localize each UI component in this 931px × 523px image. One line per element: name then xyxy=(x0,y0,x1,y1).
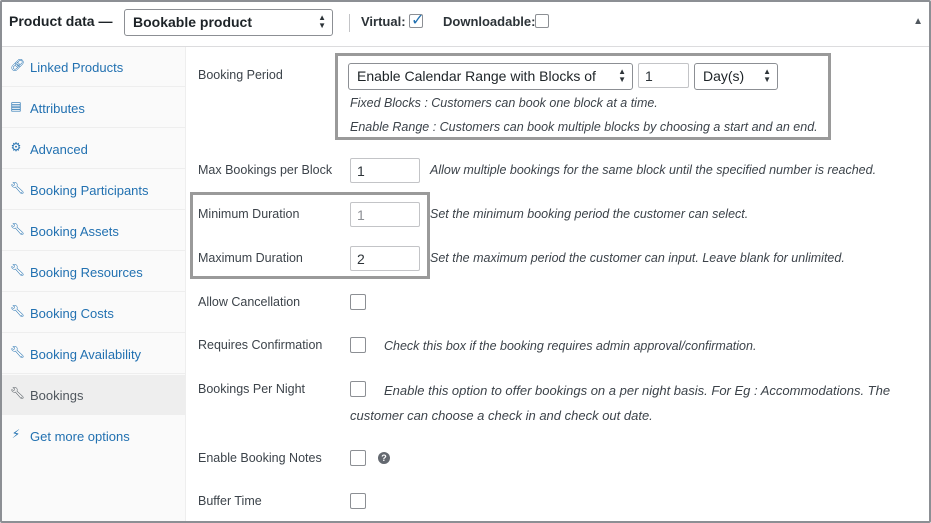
downloadable-checkbox[interactable] xyxy=(535,14,549,28)
list-icon: ▤ xyxy=(10,99,22,113)
checkmark-icon: ✓ xyxy=(411,12,425,29)
min-duration-desc: Set the minimum booking period the custo… xyxy=(430,207,749,221)
max-bookings-desc: Allow multiple bookings for the same blo… xyxy=(430,163,877,177)
tab-booking-participants[interactable]: 🔧︎ Booking Participants xyxy=(2,170,185,210)
tab-label: Booking Costs xyxy=(30,306,114,321)
min-duration-label: Minimum Duration xyxy=(198,207,300,221)
per-night-desc-line1: Enable this option to offer bookings on … xyxy=(384,383,891,398)
tab-label: Linked Products xyxy=(30,60,124,75)
link-icon: 🔗︎ xyxy=(10,58,26,72)
max-duration-value: 2 xyxy=(357,251,365,267)
help-icon[interactable]: ? xyxy=(378,452,390,464)
product-data-panel: Product data — Bookable product ▲ ▼ Virtu… xyxy=(0,0,931,523)
select-arrows-icon: ▲ ▼ xyxy=(318,13,326,30)
booking-notes-label: Enable Booking Notes xyxy=(198,451,322,465)
wrench-icon: 🔧︎ xyxy=(10,304,26,318)
tab-label: Booking Resources xyxy=(30,265,143,280)
tab-booking-assets[interactable]: 🔧︎ Booking Assets xyxy=(2,211,185,251)
wrench-icon: 🔧︎ xyxy=(10,386,26,400)
min-duration-value: 1 xyxy=(357,207,365,223)
product-data-tabs: 🔗︎ Linked Products ▤ Attributes ⚙ Advanc… xyxy=(2,47,186,521)
max-bookings-value: 1 xyxy=(357,163,365,179)
per-night-checkbox[interactable] xyxy=(350,381,366,397)
tab-label: Booking Assets xyxy=(30,224,119,239)
collapse-toggle-icon[interactable]: ▲ xyxy=(913,16,923,27)
booking-period-label: Booking Period xyxy=(198,68,283,82)
panel-header: Product data — Bookable product ▲ ▼ Virtu… xyxy=(2,2,929,47)
per-night-desc-line2: customer can choose a check in and check… xyxy=(350,408,653,423)
max-duration-input[interactable]: 2 xyxy=(350,246,420,271)
booking-block-value: 1 xyxy=(645,68,653,84)
allow-cancellation-checkbox[interactable] xyxy=(350,294,366,310)
max-duration-label: Maximum Duration xyxy=(198,251,303,265)
panel-title: Product data — xyxy=(9,13,113,29)
wrench-icon: 🔧︎ xyxy=(10,222,26,236)
bookings-panel: Booking Period Enable Calendar Range wit… xyxy=(186,47,929,521)
max-bookings-label: Max Bookings per Block xyxy=(198,163,333,177)
fixed-blocks-help: Fixed Blocks : Customers can book one bl… xyxy=(350,96,658,110)
tab-label: Attributes xyxy=(30,101,85,116)
tab-attributes[interactable]: ▤ Attributes xyxy=(2,88,185,128)
min-duration-input[interactable]: 1 xyxy=(350,202,420,227)
product-type-value: Bookable product xyxy=(133,14,253,30)
tab-label: Get more options xyxy=(30,429,130,444)
booking-period-mode-select[interactable]: Enable Calendar Range with Blocks of ▲ ▼ xyxy=(348,63,633,90)
tab-label: Booking Participants xyxy=(30,183,149,198)
booking-unit-value: Day(s) xyxy=(703,68,745,84)
allow-cancellation-label: Allow Cancellation xyxy=(198,295,301,309)
requires-confirmation-desc: Check this box if the booking requires a… xyxy=(384,339,757,353)
per-night-label: Bookings Per Night xyxy=(198,382,306,396)
tab-booking-costs[interactable]: 🔧︎ Booking Costs xyxy=(2,293,185,333)
requires-confirmation-label: Requires Confirmation xyxy=(198,338,323,352)
booking-block-input[interactable]: 1 xyxy=(638,63,689,88)
booking-unit-select[interactable]: Day(s) ▲ ▼ xyxy=(694,63,778,90)
buffer-time-checkbox[interactable] xyxy=(350,493,366,509)
tab-booking-resources[interactable]: 🔧︎ Booking Resources xyxy=(2,252,185,292)
tab-get-more-options[interactable]: ⚡︎ Get more options xyxy=(2,416,185,456)
plug-icon: ⚡︎ xyxy=(11,427,21,441)
downloadable-label: Downloadable: xyxy=(443,14,536,29)
tab-label: Booking Availability xyxy=(30,347,142,362)
buffer-time-label: Buffer Time xyxy=(198,494,262,508)
max-bookings-input[interactable]: 1 xyxy=(350,158,420,183)
wrench-icon: 🔧︎ xyxy=(10,345,26,359)
virtual-label: Virtual: xyxy=(361,14,406,29)
select-arrows-icon: ▲ ▼ xyxy=(618,67,626,84)
tab-bookings[interactable]: 🔧︎ Bookings xyxy=(2,375,185,415)
header-divider xyxy=(349,14,350,32)
wrench-icon: 🔧︎ xyxy=(10,181,26,195)
max-duration-desc: Set the maximum period the customer can … xyxy=(430,251,845,265)
tab-label: Bookings xyxy=(30,388,84,403)
select-arrows-icon: ▲ ▼ xyxy=(763,67,771,84)
product-type-select[interactable]: Bookable product ▲ ▼ xyxy=(124,9,333,36)
tab-advanced[interactable]: ⚙ Advanced xyxy=(2,129,185,169)
booking-notes-checkbox[interactable] xyxy=(350,450,366,466)
tab-linked-products[interactable]: 🔗︎ Linked Products xyxy=(2,47,185,87)
tab-label: Advanced xyxy=(30,142,88,157)
virtual-checkbox[interactable]: ✓ xyxy=(409,12,424,29)
gear-icon: ⚙ xyxy=(10,140,22,154)
booking-period-mode-value: Enable Calendar Range with Blocks of xyxy=(357,68,596,84)
wrench-icon: 🔧︎ xyxy=(10,263,26,277)
tab-booking-availability[interactable]: 🔧︎ Booking Availability xyxy=(2,334,185,374)
enable-range-help: Enable Range : Customers can book multip… xyxy=(350,120,818,134)
requires-confirmation-checkbox[interactable] xyxy=(350,337,366,353)
